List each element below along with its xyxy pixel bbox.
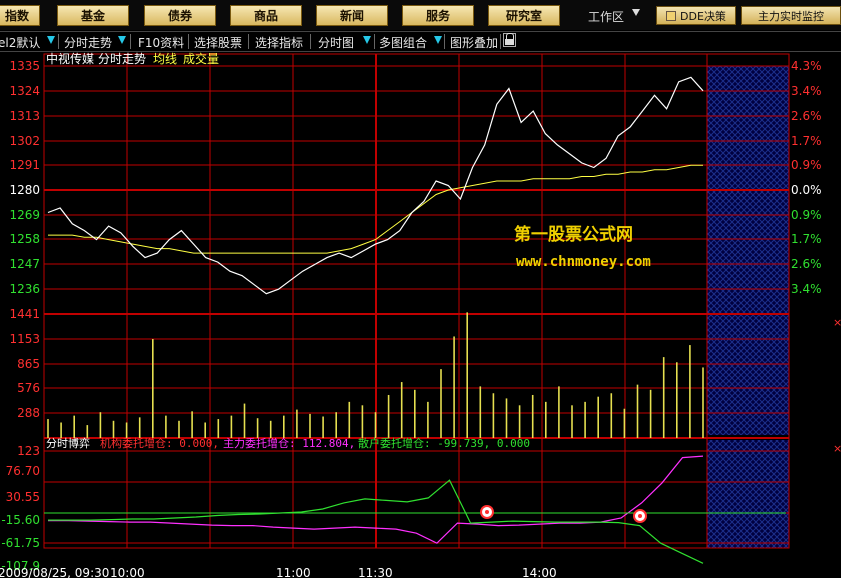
indicator-tick-label: -15.60 (1, 513, 40, 527)
pct-tick-label: 0.9% (791, 158, 822, 172)
indicator-tick-label: -61.75 (1, 536, 40, 550)
future-area-indicator (707, 440, 789, 548)
indicator-name: 分时博弈 (46, 436, 90, 450)
inst-label: 机构委托增仓: 0.000, (100, 436, 219, 450)
time-label: 11:30 (358, 566, 393, 578)
time-label: 11:00 (276, 566, 311, 578)
retail-label: 散户委托增仓: -99.739, 0.000 (358, 436, 530, 450)
indicator-tick-label: 30.55 (6, 490, 40, 504)
price-tick-label: 1236 (9, 282, 40, 296)
pct-tick-label: 1.7% (791, 134, 822, 148)
price-tick-label: 1269 (9, 208, 40, 222)
avg-label: 均线 (153, 52, 177, 66)
price-tick-label: 1291 (9, 158, 40, 172)
chart-canvas: 中视传媒 分时走势 均线 成交量 1335 1324 1313 1302 1291 128… (0, 51, 841, 578)
watermark-title: 第一股票公式网 (514, 224, 633, 245)
price-tick-label: 1302 (9, 134, 40, 148)
left-axis: 1335 1324 1313 1302 1291 1280 1269 1258 1247 1236… (1, 59, 40, 573)
volume-tick-label: 288 (17, 406, 40, 420)
future-area-price (707, 66, 789, 435)
volume-tick-label: 576 (17, 381, 40, 395)
indicator-tick-label: 123 (17, 444, 40, 458)
price-tick-label: 1280 (9, 183, 40, 197)
watermark-url: www.chnmoney.com (516, 254, 651, 270)
cross-marker-icon (633, 509, 647, 523)
close-icon[interactable]: × (833, 316, 841, 329)
volume-tick-label: 1441 (9, 307, 40, 321)
stock-name: 中视传媒 (46, 51, 94, 66)
time-label: 10:00 (110, 566, 145, 578)
pct-tick-label: 3.4% (791, 84, 822, 98)
pct-tick-label: 0.9% (791, 208, 822, 222)
right-axis: 4.3% 3.4% 2.6% 1.7% 0.9% 0.0% 0.9% 1.7% 2.6% 3.4% (791, 59, 822, 296)
volume-tick-label: 1153 (9, 332, 40, 346)
volume-tick-label: 865 (17, 357, 40, 371)
main-label: 主力委托增仓: 112.804, (223, 436, 355, 450)
volume-label: 成交量 (183, 51, 219, 66)
price-tick-label: 1313 (9, 109, 40, 123)
chart-name: 分时走势 (98, 52, 146, 66)
time-label: 14:00 (522, 566, 557, 578)
pct-tick-label: 4.3% (791, 59, 822, 73)
cross-marker-icon (480, 505, 494, 519)
chart-border (43, 53, 790, 549)
close-icon[interactable]: × (833, 442, 841, 455)
price-tick-label: 1335 (9, 59, 40, 73)
price-tick-label: 1247 (9, 257, 40, 271)
pct-tick-label: 1.7% (791, 232, 822, 246)
pct-tick-label: 0.0% (791, 183, 822, 197)
time-axis: 2009/08/25, 09:30 10:00 11:00 11:30 14:00 (0, 566, 557, 578)
time-label: 2009/08/25, 09:30 (0, 566, 109, 578)
price-tick-label: 1324 (9, 84, 40, 98)
pct-tick-label: 2.6% (791, 257, 822, 271)
pct-tick-label: 3.4% (791, 282, 822, 296)
price-tick-label: 1258 (9, 232, 40, 246)
pct-tick-label: 2.6% (791, 109, 822, 123)
indicator-tick-label: 76.70 (6, 464, 40, 478)
grid-lines (43, 53, 790, 549)
